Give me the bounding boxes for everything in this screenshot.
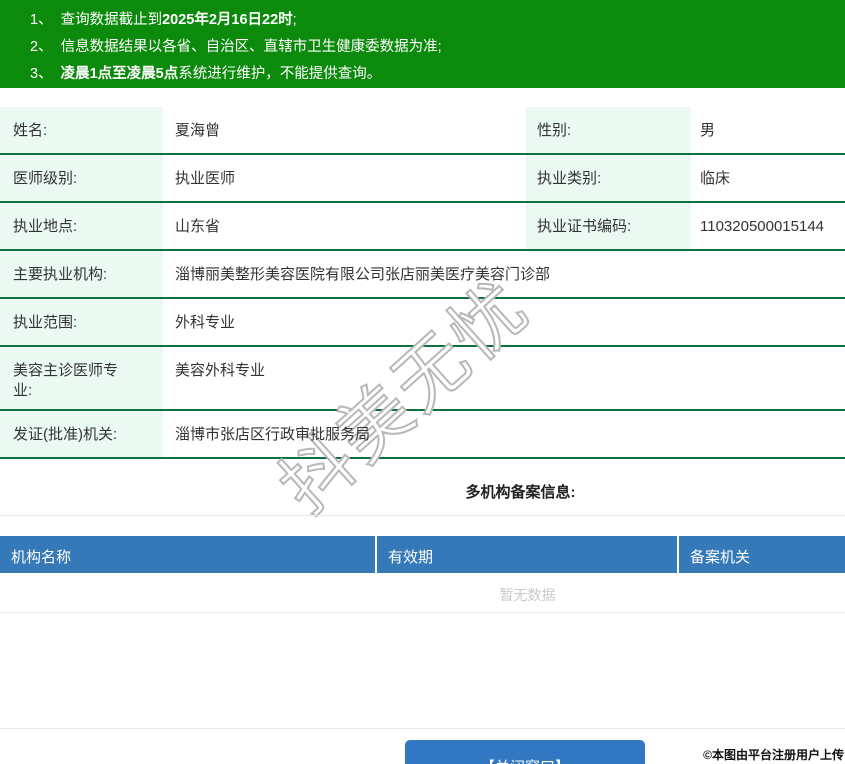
no-data-message: 暂无数据 bbox=[0, 573, 845, 613]
query-result-page: 1、查询数据截止到2025年2月16日22时; 2、信息数据结果以各省、自治区、… bbox=[0, 0, 845, 764]
field-value: 临床 bbox=[691, 155, 845, 201]
notice-text-bold: 2025年2月16日22时 bbox=[162, 12, 293, 28]
field-value: 男 bbox=[691, 107, 845, 153]
notice-number: 3、 bbox=[30, 66, 53, 82]
field-label: 发证(批准)机关: bbox=[0, 411, 163, 457]
notice-bar: 1、查询数据截止到2025年2月16日22时; 2、信息数据结果以各省、自治区、… bbox=[0, 0, 845, 88]
close-window-button[interactable]: 【关闭窗口】 bbox=[405, 740, 645, 764]
multi-institution-heading: 多机构备案信息: bbox=[0, 459, 845, 516]
table-row-location-certificate: 执业地点: 山东省 执业证书编码: 110320500015144 bbox=[0, 203, 845, 251]
field-value: 夏海曾 bbox=[163, 107, 526, 153]
table-row-level-category: 医师级别: 执业医师 执业类别: 临床 bbox=[0, 155, 845, 203]
field-value: 美容外科专业 bbox=[163, 347, 845, 409]
field-label: 执业证书编码: bbox=[526, 203, 691, 249]
blank-area bbox=[0, 613, 845, 728]
column-header-institution-name: 机构名称 bbox=[0, 536, 377, 573]
footer-bar: 【关闭窗口】 ©本图由平台注册用户上传 bbox=[0, 728, 845, 764]
notice-text: 查询数据截止到 bbox=[61, 12, 163, 28]
field-label: 执业地点: bbox=[0, 203, 163, 249]
table-row-cosmetic-specialty: 美容主诊医师专业: 美容外科专业 bbox=[0, 347, 845, 411]
field-label: 姓名: bbox=[0, 107, 163, 153]
field-value: 110320500015144 bbox=[691, 203, 845, 249]
notice-text: 信息数据结果以各省、自治区、直辖市卫生健康委数据为准; bbox=[61, 39, 442, 55]
table-row-issuing-authority: 发证(批准)机关: 淄博市张店区行政审批服务局 bbox=[0, 411, 845, 459]
field-label: 美容主诊医师专业: bbox=[0, 347, 163, 409]
notice-number: 1、 bbox=[30, 12, 53, 28]
notice-line-2: 2、信息数据结果以各省、自治区、直辖市卫生健康委数据为准; bbox=[30, 34, 835, 61]
table-row-main-institution: 主要执业机构: 淄博丽美整形美容医院有限公司张店丽美医疗美容门诊部 bbox=[0, 251, 845, 299]
notice-number: 2、 bbox=[30, 39, 53, 55]
notice-text: ; bbox=[293, 12, 297, 28]
field-value: 淄博市张店区行政审批服务局 bbox=[163, 411, 845, 457]
field-value: 山东省 bbox=[163, 203, 526, 249]
field-label: 性别: bbox=[526, 107, 691, 153]
column-header-validity-period: 有效期 bbox=[377, 536, 679, 573]
copyright-note: ©本图由平台注册用户上传 bbox=[703, 746, 844, 763]
field-label: 医师级别: bbox=[0, 155, 163, 201]
field-label: 执业类别: bbox=[526, 155, 691, 201]
field-value: 外科专业 bbox=[163, 299, 845, 345]
records-table-header: 机构名称 有效期 备案机关 bbox=[0, 536, 845, 573]
table-row-practice-scope: 执业范围: 外科专业 bbox=[0, 299, 845, 347]
notice-line-1: 1、查询数据截止到2025年2月16日22时; bbox=[30, 7, 835, 34]
field-label: 执业范围: bbox=[0, 299, 163, 345]
field-value: 执业医师 bbox=[163, 155, 526, 201]
field-value: 淄博丽美整形美容医院有限公司张店丽美医疗美容门诊部 bbox=[163, 251, 845, 297]
column-header-record-authority: 备案机关 bbox=[679, 536, 845, 573]
notice-line-3: 3、凌晨1点至凌晨5点系统进行维护，不能提供查询。 bbox=[30, 61, 835, 88]
doctor-info-table: 姓名: 夏海曾 性别: 男 医师级别: 执业医师 执业类别: 临床 执业地点: … bbox=[0, 107, 845, 459]
field-label: 主要执业机构: bbox=[0, 251, 163, 297]
table-row-name-gender: 姓名: 夏海曾 性别: 男 bbox=[0, 107, 845, 155]
notice-text-bold: 凌晨1点至凌晨5点 bbox=[61, 66, 179, 82]
notice-text: 系统进行维护，不能提供查询。 bbox=[178, 66, 381, 82]
